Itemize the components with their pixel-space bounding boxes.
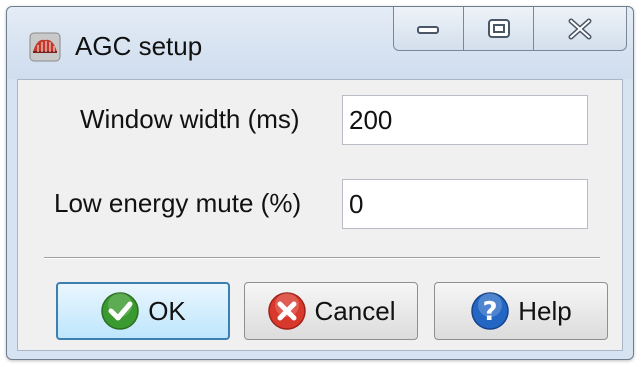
cancel-label: Cancel xyxy=(314,295,396,326)
ok-button[interactable]: OK xyxy=(56,282,230,340)
cancel-x-icon xyxy=(267,292,306,330)
window-title: AGC setup xyxy=(75,31,203,61)
help-label: Help xyxy=(518,295,572,326)
cancel-button[interactable]: Cancel xyxy=(244,282,418,340)
check-icon xyxy=(101,292,139,330)
minimize-button[interactable] xyxy=(394,7,464,50)
help-button[interactable]: ? Help xyxy=(434,282,608,340)
window-width-input[interactable] xyxy=(342,95,588,145)
low-energy-mute-label: Low energy mute (%) xyxy=(54,188,302,218)
close-icon xyxy=(568,18,592,39)
question-icon: ? xyxy=(471,292,509,330)
ok-label: OK xyxy=(148,295,186,326)
title-bar[interactable]: AGC setup xyxy=(7,7,633,79)
window-width-label: Window width (ms) xyxy=(80,104,300,134)
minimize-icon xyxy=(416,25,439,34)
caption-buttons xyxy=(393,7,627,51)
separator xyxy=(44,257,600,259)
seismic-app-icon xyxy=(29,32,61,62)
dialog-body: Window width (ms) Low energy mute (%) OK… xyxy=(17,79,623,351)
svg-text:?: ? xyxy=(483,297,498,327)
low-energy-mute-input[interactable] xyxy=(342,179,588,229)
maximize-icon xyxy=(487,18,510,38)
agc-setup-dialog: AGC setup Window width (ms) 200 Low ener… xyxy=(6,6,634,360)
close-button[interactable] xyxy=(534,7,626,50)
maximize-button[interactable] xyxy=(464,7,534,50)
